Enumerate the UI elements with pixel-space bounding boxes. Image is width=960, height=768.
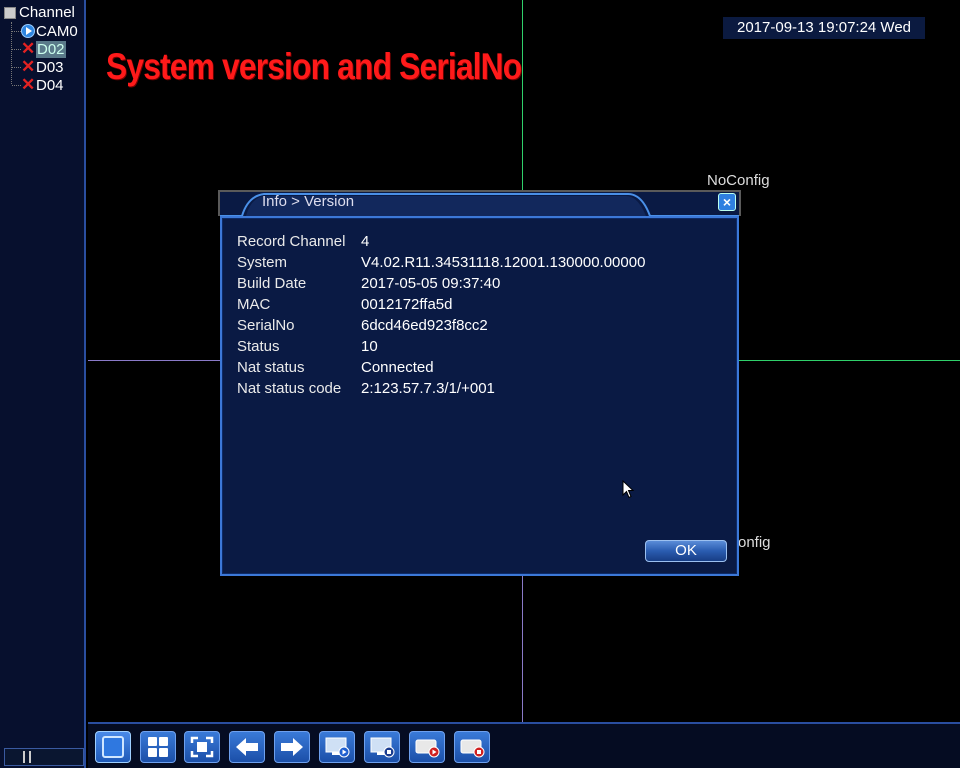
x-icon: ✕ [21, 57, 36, 76]
channel-sidebar: Channel CAM0 ✕ D02 ✕ D03 ✕ D04 [0, 0, 86, 768]
dialog-body: Record Channel 4 System V4.02.R11.345311… [220, 216, 739, 576]
info-value: Connected [361, 359, 434, 376]
info-label: System [237, 254, 288, 271]
info-value: 0012172ffa5d [361, 296, 453, 313]
record-icon[interactable] [364, 731, 400, 763]
noconfig-label: NoConfig [707, 172, 770, 189]
tree-collapse-icon[interactable] [4, 6, 16, 19]
bottom-toolbar [88, 722, 960, 768]
fullscreen-icon[interactable] [184, 731, 220, 763]
channel-item-d04[interactable]: ✕ D04 [12, 76, 64, 94]
channel-item-cam0[interactable]: CAM0 [12, 22, 78, 40]
sidebar-scrollbar[interactable] [4, 748, 84, 766]
tree-branch [12, 84, 21, 86]
ok-button[interactable]: OK [645, 540, 727, 562]
info-value: 10 [361, 338, 378, 355]
channel-label: D03 [36, 58, 64, 76]
info-value: 2:123.57.7.3/1/+001 [361, 380, 495, 397]
info-label: Status [237, 338, 280, 355]
record-stop-icon[interactable] [454, 731, 490, 763]
dialog-title: Info > Version [262, 193, 355, 210]
tree-branch [12, 48, 21, 50]
channel-tree-title[interactable]: Channel [4, 4, 75, 21]
info-label: Record Channel [237, 233, 346, 250]
channel-label: CAM0 [36, 22, 78, 40]
tree-branch [12, 30, 21, 32]
info-label: Nat status [237, 359, 305, 376]
channel-tree-label: Channel [19, 4, 75, 21]
channel-item-d02[interactable]: ✕ D02 [12, 40, 66, 58]
info-label: Build Date [237, 275, 307, 292]
x-icon: ✕ [21, 75, 36, 94]
x-icon: ✕ [21, 39, 36, 58]
channel-label: D04 [36, 76, 64, 94]
playback-icon[interactable] [319, 731, 355, 763]
info-value: V4.02.R11.34531118.12001.130000.00000 [361, 254, 646, 271]
channel-label: D02 [36, 40, 66, 58]
info-label: Nat status code [237, 380, 342, 397]
video-caption: System version and SerialNo [106, 46, 522, 87]
noconfig-label: onfig [738, 534, 771, 551]
info-value: 4 [361, 233, 370, 250]
datetime-display: 2017-09-13 19:07:24 Wed [723, 17, 925, 39]
info-value: 2017-05-05 09:37:40 [361, 275, 501, 292]
prev-icon[interactable] [229, 731, 265, 763]
version-dialog: Info > Version × Record Channel 4 System… [218, 190, 741, 578]
channel-item-d03[interactable]: ✕ D03 [12, 58, 64, 76]
info-value: 6dcd46ed923f8cc2 [361, 317, 488, 334]
mouse-cursor-icon [622, 480, 635, 499]
record-play-icon[interactable] [409, 731, 445, 763]
scroll-grip-icon[interactable] [23, 751, 31, 763]
info-label: SerialNo [237, 317, 295, 334]
next-icon[interactable] [274, 731, 310, 763]
close-icon[interactable]: × [718, 193, 736, 211]
play-icon [21, 24, 35, 38]
single-view-icon[interactable] [95, 731, 131, 763]
info-label: MAC [237, 296, 271, 313]
tree-branch [12, 66, 21, 68]
quad-view-icon[interactable] [140, 731, 176, 763]
